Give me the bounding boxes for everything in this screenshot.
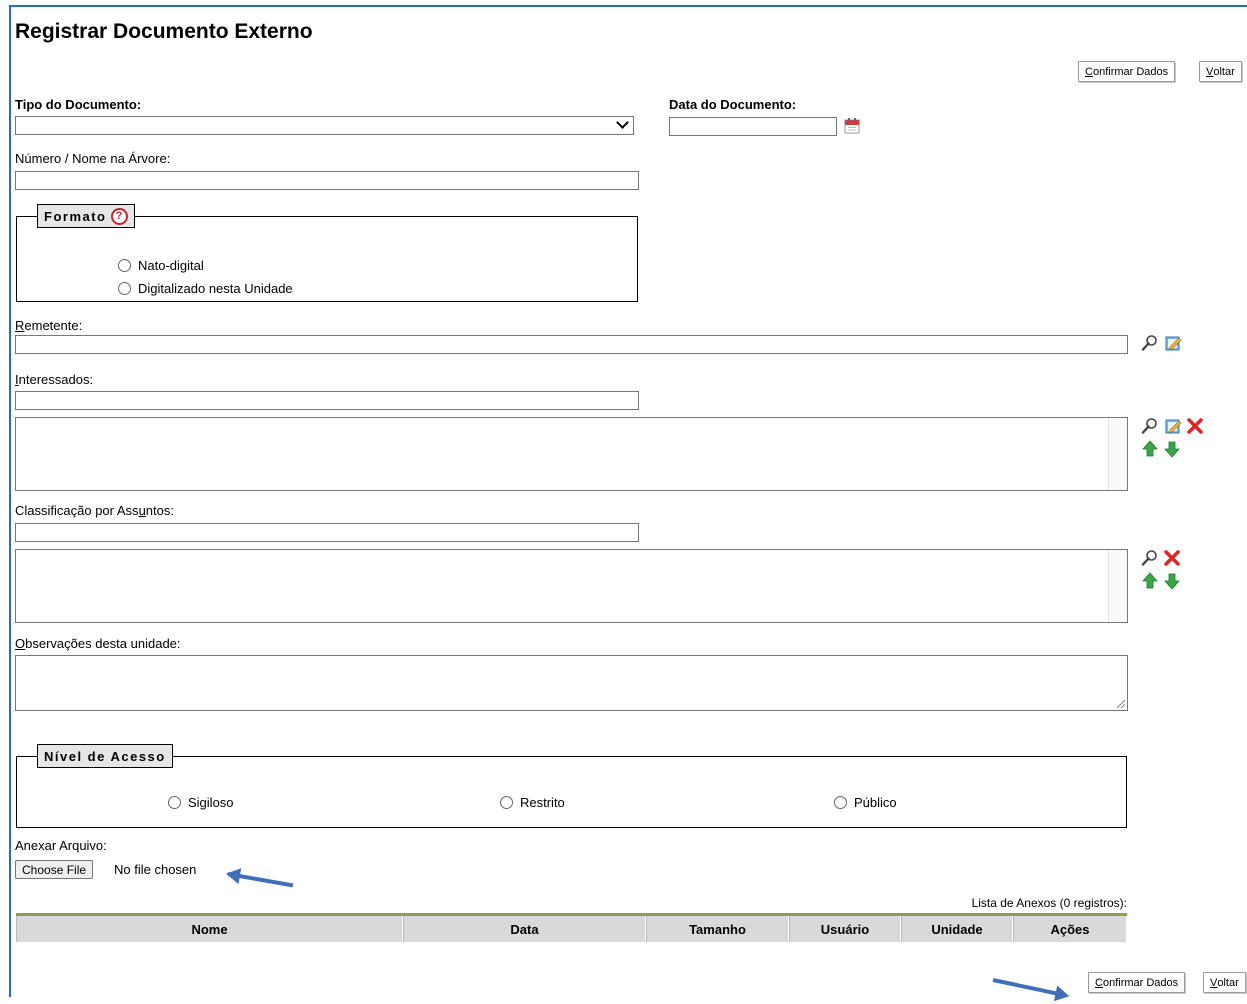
radio-label: Restrito — [520, 795, 565, 810]
access-key: R — [15, 318, 25, 333]
edit-icon[interactable] — [1164, 334, 1182, 352]
column-header-unidade[interactable]: Unidade — [901, 916, 1013, 942]
radio-label: Nato-digital — [138, 258, 204, 273]
radio-circle[interactable] — [168, 796, 181, 809]
arrow-down-icon[interactable] — [1163, 572, 1181, 590]
remove-icon[interactable] — [1186, 417, 1204, 435]
anexar-label: Anexar Arquivo: — [15, 838, 107, 853]
formato-legend-text: Formato — [44, 208, 107, 224]
confirm-data-button-bottom[interactable]: Confirmar Dados — [1088, 972, 1186, 993]
radio-nato-digital[interactable]: Nato-digital — [118, 258, 204, 273]
magnifier-icon[interactable] — [1141, 549, 1159, 567]
radio-sigiloso[interactable]: Sigiloso — [168, 795, 234, 810]
access-key: O — [15, 636, 26, 651]
nivel-acesso-legend: Nível de Acesso — [37, 744, 173, 768]
page-title: Registrar Documento Externo — [15, 20, 313, 43]
back-label-access-key: V — [1206, 65, 1214, 78]
radio-digitalizado[interactable]: Digitalizado nesta Unidade — [118, 281, 293, 296]
calendar-icon[interactable] — [843, 117, 861, 135]
radio-publico[interactable]: Público — [834, 795, 897, 810]
magnifier-icon[interactable] — [1141, 417, 1159, 435]
tipo-documento-label: Tipo do Documento: — [15, 97, 142, 112]
remetente-input[interactable] — [15, 335, 1128, 354]
arrow-up-icon[interactable] — [1141, 572, 1159, 590]
radio-circle[interactable] — [118, 282, 131, 295]
label-text: emetente: — [24, 318, 83, 333]
scrollbar[interactable] — [1108, 418, 1127, 490]
column-header-data[interactable]: Data — [403, 916, 646, 942]
label-text: ntos: — [145, 503, 174, 518]
interessados-label: Interessados: — [15, 372, 93, 387]
radio-label: Sigiloso — [188, 795, 234, 810]
column-header-acoes[interactable]: Ações — [1013, 916, 1127, 942]
magnifier-icon[interactable] — [1141, 334, 1159, 352]
column-header-nome[interactable]: Nome — [16, 916, 403, 942]
confirm-label: onfirmar Dados — [1102, 976, 1179, 989]
radio-circle[interactable] — [500, 796, 513, 809]
formato-legend: Formato ? — [37, 204, 135, 228]
column-header-tamanho[interactable]: Tamanho — [646, 916, 789, 942]
resize-grip-icon[interactable] — [1117, 700, 1125, 708]
back-button-top[interactable]: Voltar — [1199, 61, 1242, 82]
confirm-label-access-key: C — [1085, 65, 1093, 78]
radio-label: Digitalizado nesta Unidade — [138, 281, 293, 296]
radio-circle[interactable] — [834, 796, 847, 809]
arrow-up-icon[interactable] — [1141, 440, 1159, 458]
data-documento-label: Data do Documento: — [669, 97, 797, 112]
numero-nome-input[interactable] — [15, 171, 639, 190]
remove-icon[interactable] — [1163, 549, 1181, 567]
confirm-data-button-top[interactable]: Confirmar Dados — [1078, 61, 1176, 82]
nivel-acesso-fieldset: Nível de Acesso — [16, 744, 1127, 828]
back-label: oltar — [1217, 976, 1239, 989]
interessados-listbox[interactable] — [15, 417, 1128, 491]
data-documento-input[interactable] — [669, 117, 837, 136]
choose-file-button[interactable]: Choose File — [15, 860, 94, 879]
back-label: oltar — [1213, 65, 1235, 78]
formato-fieldset: Formato ? — [16, 204, 638, 302]
radio-circle[interactable] — [118, 259, 131, 272]
back-label-access-key: V — [1210, 976, 1218, 989]
classificacao-input[interactable] — [15, 523, 639, 542]
column-header-usuario[interactable]: Usuário — [789, 916, 901, 942]
confirm-label: onfirmar Dados — [1092, 65, 1169, 78]
remetente-label: Remetente: — [15, 318, 82, 333]
confirm-label-access-key: C — [1095, 976, 1103, 989]
nivel-acesso-legend-text: Nível de Acesso — [44, 748, 166, 764]
scrollbar[interactable] — [1108, 550, 1127, 622]
chevron-down-icon — [616, 116, 629, 129]
classificacao-label: Classificação por Assuntos: — [15, 503, 174, 518]
help-icon[interactable]: ? — [110, 207, 128, 225]
label-text: Classificação por Ass — [15, 503, 139, 518]
observacoes-textarea[interactable] — [15, 655, 1128, 711]
classificacao-listbox[interactable] — [15, 549, 1128, 623]
anexos-table-header: Nome Data Tamanho Usuário Unidade Ações — [16, 913, 1127, 942]
arrow-down-icon[interactable] — [1163, 440, 1181, 458]
access-key: u — [138, 503, 146, 518]
label-text: nteressados: — [18, 372, 94, 387]
tipo-documento-select[interactable] — [15, 116, 634, 135]
anexos-caption: Lista de Anexos (0 registros): — [971, 896, 1127, 910]
edit-icon[interactable] — [1164, 417, 1182, 435]
numero-nome-label: Número / Nome na Árvore: — [15, 151, 171, 166]
file-status: No file chosen — [114, 862, 197, 877]
page-frame — [9, 5, 1247, 997]
back-button-bottom[interactable]: Voltar — [1203, 972, 1246, 993]
observacoes-label: Observações desta unidade: — [15, 636, 181, 651]
radio-restrito[interactable]: Restrito — [500, 795, 565, 810]
interessados-input[interactable] — [15, 391, 639, 410]
label-text: bservações desta unidade: — [25, 636, 181, 651]
radio-label: Público — [854, 795, 897, 810]
